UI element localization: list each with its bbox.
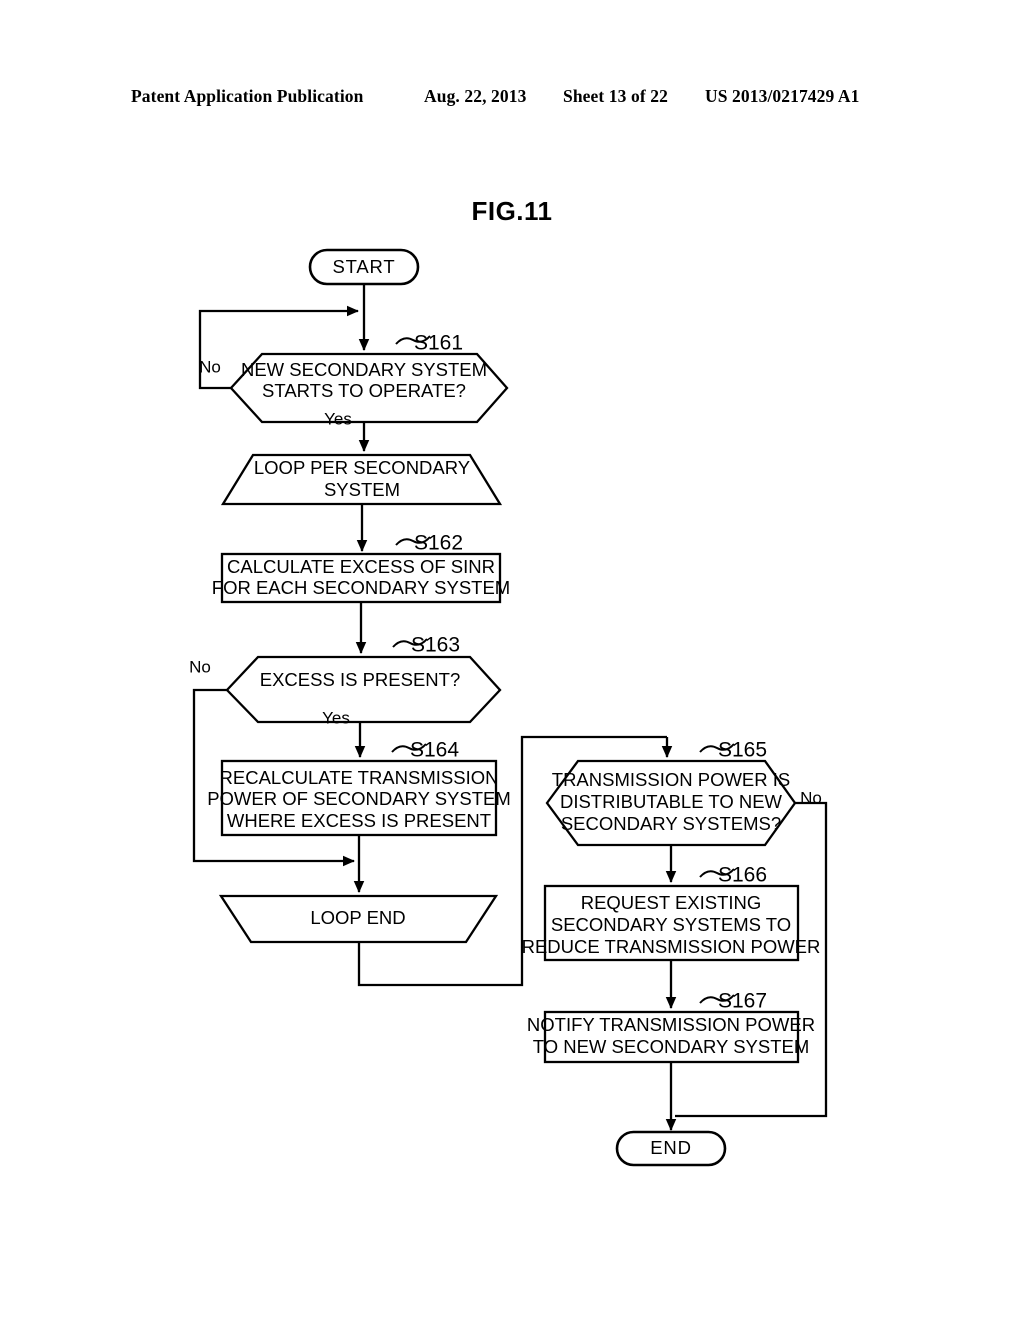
node-s166-line3: REDUCE TRANSMISSION POWER <box>522 936 821 957</box>
node-s163-yes-label: Yes <box>322 708 350 727</box>
node-loop-end-label: LOOP END <box>310 907 405 928</box>
node-s166-step: S166 <box>718 864 767 887</box>
node-s165-line3: SECONDARY SYSTEMS? <box>561 813 781 834</box>
node-s161-line1: NEW SECONDARY SYSTEM <box>241 359 487 380</box>
node-s165-step: S165 <box>718 739 767 762</box>
node-s163-no-label: No <box>189 657 211 676</box>
node-s161-no-label: No <box>199 357 221 376</box>
node-s161-step: S161 <box>414 332 463 355</box>
node-s163-step: S163 <box>411 634 460 657</box>
node-s163-line1: EXCESS IS PRESENT? <box>260 669 460 690</box>
node-loop-start-line1: LOOP PER SECONDARY <box>254 457 470 478</box>
node-s167-step: S167 <box>718 990 767 1013</box>
node-s165-no-label: No <box>800 788 822 807</box>
node-s164-line2: POWER OF SECONDARY SYSTEM <box>207 788 511 809</box>
patent-figure-page: Patent Application Publication Aug. 22, … <box>0 0 1024 1320</box>
node-s161-line2: STARTS TO OPERATE? <box>262 380 466 401</box>
node-s166-line1: REQUEST EXISTING <box>581 892 762 913</box>
flowchart-diagram: FIG.11 START NEW SECONDARY SYSTEM STARTS… <box>189 196 828 1167</box>
node-s165-line2: DISTRIBUTABLE TO NEW <box>560 791 783 812</box>
node-s167-line2: TO NEW SECONDARY SYSTEM <box>533 1036 810 1057</box>
node-s164-line3: WHERE EXCESS IS PRESENT <box>227 810 491 831</box>
node-s165-line1: TRANSMISSION POWER IS <box>552 769 790 790</box>
node-s164-step: S164 <box>410 739 459 762</box>
node-s162-line2: FOR EACH SECONDARY SYSTEM <box>212 577 510 598</box>
node-s166-line2: SECONDARY SYSTEMS TO <box>551 914 791 935</box>
node-s162-line1: CALCULATE EXCESS OF SINR <box>227 556 495 577</box>
node-s162-step: S162 <box>414 532 463 555</box>
node-loop-start-line2: SYSTEM <box>324 479 400 500</box>
node-start-label: START <box>333 256 396 277</box>
figure-title: FIG.11 <box>471 196 552 226</box>
node-s164-line1: RECALCULATE TRANSMISSION <box>220 767 499 788</box>
node-s167-line1: NOTIFY TRANSMISSION POWER <box>527 1014 815 1035</box>
node-end-label: END <box>650 1137 691 1158</box>
node-s161-yes-label: Yes <box>324 409 352 428</box>
